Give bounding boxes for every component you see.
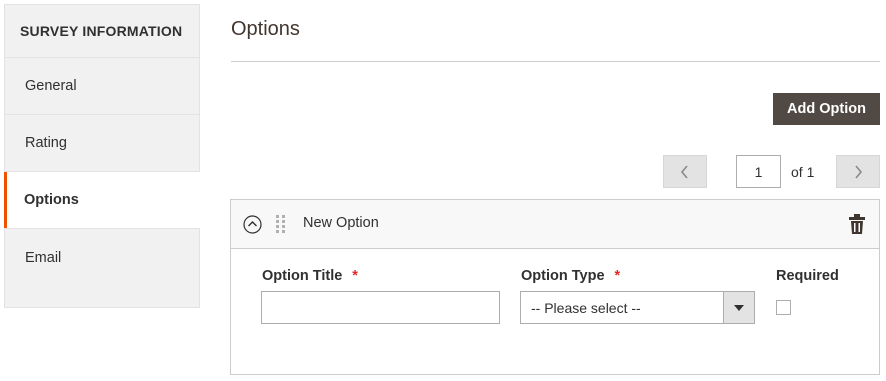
option-type-select[interactable]: -- Please select --: [520, 291, 755, 324]
option-title-input[interactable]: [261, 291, 500, 324]
option-type-label-text: Option Type: [521, 268, 605, 284]
caret-down-icon: [734, 304, 744, 311]
drag-handle-icon[interactable]: [275, 214, 287, 234]
required-checkbox[interactable]: [776, 300, 791, 315]
chevron-left-icon: [680, 164, 688, 179]
trash-icon[interactable]: [848, 213, 866, 235]
sidebar-item-email[interactable]: Email: [5, 229, 199, 286]
sidebar-item-label: Email: [25, 249, 62, 266]
collapse-circle-icon[interactable]: [243, 215, 262, 234]
sidebar-item-general[interactable]: General: [5, 58, 199, 115]
sidebar-item-rating[interactable]: Rating: [5, 115, 199, 172]
sidebar-heading: SURVEY INFORMATION: [5, 5, 199, 58]
next-page-button[interactable]: [836, 155, 880, 188]
option-name: New Option: [303, 215, 379, 231]
sidebar-item-label: General: [25, 78, 77, 94]
title-divider: [231, 61, 880, 62]
select-arrow-button[interactable]: [723, 292, 754, 323]
required-star: *: [614, 268, 621, 284]
chevron-right-icon: [855, 164, 863, 179]
option-type-selected-value: -- Please select --: [531, 299, 641, 316]
previous-page-button[interactable]: [663, 155, 707, 188]
required-star: *: [352, 268, 358, 284]
sidebar-item-label: Rating: [25, 135, 67, 151]
option-title-label-text: Option Title: [262, 268, 343, 284]
current-page-input[interactable]: [736, 155, 781, 188]
sidebar-item-options[interactable]: Options: [4, 172, 200, 229]
option-card-header: New Option: [231, 200, 879, 249]
required-label: Required: [776, 268, 839, 284]
option-title-label: Option Title *: [262, 268, 358, 284]
add-option-button[interactable]: Add Option: [773, 93, 880, 125]
page-count-label: of 1: [791, 164, 815, 180]
option-card: New Option Option Title * Option Type * --…: [230, 199, 880, 375]
page-title: Options: [231, 18, 300, 40]
sidebar-item-label: Options: [24, 192, 79, 208]
option-type-label: Option Type *: [521, 268, 620, 284]
survey-information-sidebar: SURVEY INFORMATION General Rating Option…: [4, 4, 200, 308]
